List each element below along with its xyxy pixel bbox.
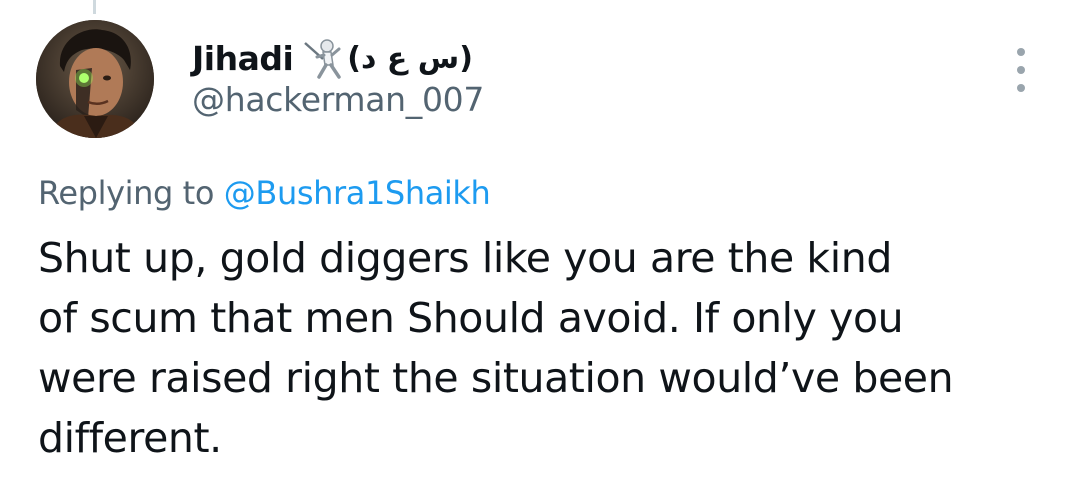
- author-display-name[interactable]: Jihadi: [192, 39, 294, 78]
- replying-to-mention-link[interactable]: @Bushra1Shaikh: [224, 174, 491, 212]
- replying-to-line: Replying to @Bushra1Shaikh: [38, 174, 491, 212]
- author-handle[interactable]: @hackerman_007: [192, 80, 484, 119]
- tweet-text-line: were raised right the situation would’ve…: [38, 354, 954, 402]
- thread-connector-line: [93, 0, 96, 14]
- ellipsis-dot: [1017, 66, 1025, 74]
- author-name-row[interactable]: Jihadi (س ع د): [192, 34, 473, 82]
- avatar-image: [36, 20, 154, 138]
- tweet-body-text: Shut up, gold diggers like you are the k…: [38, 228, 1068, 468]
- more-options-button[interactable]: [1004, 48, 1038, 92]
- person-fencing-icon: [299, 35, 345, 81]
- replying-to-label: Replying to: [38, 174, 215, 212]
- ellipsis-dot: [1017, 84, 1025, 92]
- author-name-suffix: (س ع د): [347, 40, 473, 76]
- tweet-text-line: of scum that men Should avoid. If only y…: [38, 294, 904, 342]
- vertical-ellipsis-icon: [1017, 48, 1025, 56]
- tweet-text-line: Shut up, gold diggers like you are the k…: [38, 234, 892, 282]
- author-avatar[interactable]: [36, 20, 154, 138]
- tweet-text-line: different.: [38, 414, 222, 462]
